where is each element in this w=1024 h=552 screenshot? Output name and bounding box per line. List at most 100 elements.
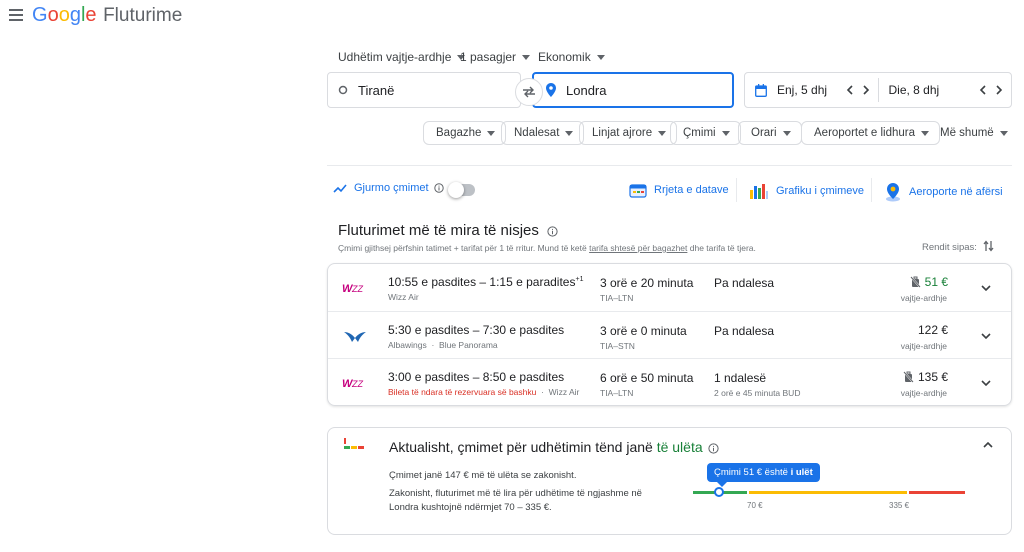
flight-duration: 6 orë e 50 minuta (600, 371, 694, 385)
chevron-right-icon[interactable] (862, 85, 870, 95)
caret-down-icon (782, 130, 791, 136)
logo-letter: o (58, 4, 70, 26)
filter-more[interactable]: Më shumë (932, 121, 1018, 145)
departure-date-value: Enj, 5 dhj (777, 83, 828, 97)
chip-label: Orari (751, 127, 777, 139)
origin-input[interactable]: Tiranë (327, 72, 521, 108)
info-icon[interactable] (547, 225, 558, 237)
separate-tickets-warning: Bileta të ndara të rezervuara së bashku (388, 387, 537, 397)
filter-times[interactable]: Orari (738, 121, 802, 145)
operator-name: Blue Panorama (439, 340, 498, 350)
info-icon[interactable] (708, 443, 719, 454)
caret-down-icon (721, 130, 730, 136)
chevron-down-icon[interactable] (979, 329, 993, 343)
filter-price[interactable]: Çmimi (670, 121, 741, 145)
price-graph-button[interactable]: Grafiku i çmimeve (749, 182, 864, 200)
price-bar-high (909, 491, 965, 494)
chevron-down-icon[interactable] (979, 281, 993, 295)
price-insight-card: Aktualisht, çmimet për udhëtimin tënd ja… (327, 427, 1012, 535)
baggage-fees-link[interactable]: tarifa shtesë për bagazhet (589, 243, 687, 253)
departure-date-field[interactable]: Enj, 5 dhj (745, 73, 878, 107)
flight-results-list: W ZZ 10:55 e pasdites – 1:15 e paradites+… (327, 263, 1012, 406)
price-type: vajtje-ardhje (900, 293, 947, 303)
carrier-name: Albawings (388, 340, 427, 350)
section-title: Fluturimet më të mira të nisjes (338, 222, 558, 239)
caret-down-icon (522, 55, 531, 61)
date-grid-button[interactable]: Rrjeta e datave (629, 182, 729, 198)
menu-icon[interactable] (8, 8, 24, 22)
range-low-label: 70 € (747, 501, 763, 510)
chip-label: Linjat ajrore (592, 127, 653, 139)
flight-route: TIA–LTN (600, 388, 634, 398)
return-date-field[interactable]: Die, 8 dhj (879, 73, 1012, 107)
google-logo[interactable]: Google Fluturime (32, 4, 182, 27)
separator-dot: · (536, 387, 549, 397)
passengers-select[interactable]: 1 pasagjer (460, 50, 531, 64)
no-bag-icon (909, 276, 921, 288)
sort-icon[interactable] (983, 240, 994, 252)
price-type: vajtje-ardhje (900, 388, 947, 398)
flight-route: TIA–LTN (600, 293, 634, 303)
insight-title-text: Aktualisht, çmimet për udhëtimin tënd ja… (389, 439, 657, 455)
price-tooltip: Çmimi 51 € është i ulët (707, 463, 820, 487)
price-note-text: dhe tarifa të tjera. (687, 243, 756, 253)
chevron-up-icon[interactable] (983, 442, 993, 448)
flight-times-text: 3:00 e pasdites – 8:50 e pasdites (388, 370, 565, 384)
albawings-logo (340, 326, 370, 346)
insight-title-highlight: të ulëta (656, 439, 703, 455)
flight-times-text: 5:30 e pasdites – 7:30 e pasdites (388, 323, 565, 337)
nearby-airports-button[interactable]: Aeroporte në afërsi (884, 182, 1003, 202)
filter-stops[interactable]: Ndalesat (501, 121, 585, 145)
caret-down-icon (487, 130, 496, 136)
date-picker[interactable]: Enj, 5 dhj Die, 8 dhj (744, 72, 1012, 108)
price-note: Çmimi gjithsej përfshin tatimet + tarifa… (338, 243, 756, 253)
chevron-down-icon[interactable] (979, 376, 993, 390)
chip-label: Aeroportet e lidhura (814, 127, 916, 139)
wizz-air-logo: W ZZ (340, 373, 370, 393)
chevron-left-icon[interactable] (846, 85, 853, 95)
flight-row[interactable]: 5:30 e pasdites – 7:30 e pasdites Albawi… (328, 311, 1011, 358)
filter-airlines[interactable]: Linjat ajrore (579, 121, 678, 145)
cabin-class-select[interactable]: Ekonomik (538, 50, 605, 64)
flight-duration: 3 orë e 0 minuta (600, 324, 687, 338)
chip-label: Çmimi (683, 127, 716, 139)
flight-row[interactable]: W ZZ 3:00 e pasdites – 8:50 e pasdites Bi… (328, 358, 1011, 405)
origin-value: Tiranë (358, 82, 395, 98)
logo-letter: o (47, 4, 59, 26)
operator-name: Wizz Air (548, 387, 580, 397)
carrier: Albawings · Blue Panorama (388, 340, 498, 350)
flight-stops: Pa ndalesa (714, 276, 775, 290)
svg-text:ZZ: ZZ (351, 284, 363, 294)
insight-typical-range: Zakonisht, fluturimet më të lira për udh… (389, 488, 642, 513)
filter-connecting-airports[interactable]: Aeroportet e lidhura (801, 121, 941, 145)
info-icon[interactable] (433, 183, 444, 193)
insight-summary: Çmimet janë 147 € më të ulëta se zakonis… (389, 470, 577, 481)
flight-price-value: 135 € (917, 370, 948, 384)
range-high-label: 335 € (889, 501, 910, 510)
track-prices[interactable]: Gjurmo çmimet (333, 182, 444, 194)
insight-title: Aktualisht, çmimet për udhëtimin tënd ja… (389, 439, 719, 455)
section-title-text: Fluturimet më të mira të nisjes (338, 222, 539, 239)
trip-type-select[interactable]: Udhëtim vajtje-ardhje (338, 50, 466, 64)
destination-input[interactable]: Londra (532, 72, 734, 108)
calendar-icon (755, 83, 767, 97)
chip-label: Më shumë (940, 127, 994, 139)
caret-down-icon (596, 55, 605, 61)
tooltip-strong: i ulët (790, 467, 813, 478)
track-prices-toggle[interactable] (448, 182, 475, 198)
price-note-text: Çmimi gjithsej përfshin tatimet + tarifa… (338, 243, 590, 253)
swap-icon[interactable] (515, 78, 543, 106)
caret-down-icon (565, 130, 574, 136)
origin-circle-icon (338, 85, 348, 95)
trend-icon (333, 183, 347, 193)
chevron-right-icon[interactable] (996, 85, 1003, 95)
date-grid-icon (629, 182, 647, 198)
carrier: Wizz Air (388, 292, 419, 302)
chip-label: Ndalesat (514, 127, 560, 139)
location-pin-icon (546, 83, 556, 97)
filter-bags[interactable]: Bagazhe (423, 121, 507, 145)
nearby-airports-icon (884, 182, 902, 202)
chevron-left-icon[interactable] (979, 85, 986, 95)
flight-row[interactable]: W ZZ 10:55 e pasdites – 1:15 e paradites+… (328, 264, 1011, 311)
carrier: Bileta të ndara të rezervuara së bashku … (388, 387, 579, 397)
